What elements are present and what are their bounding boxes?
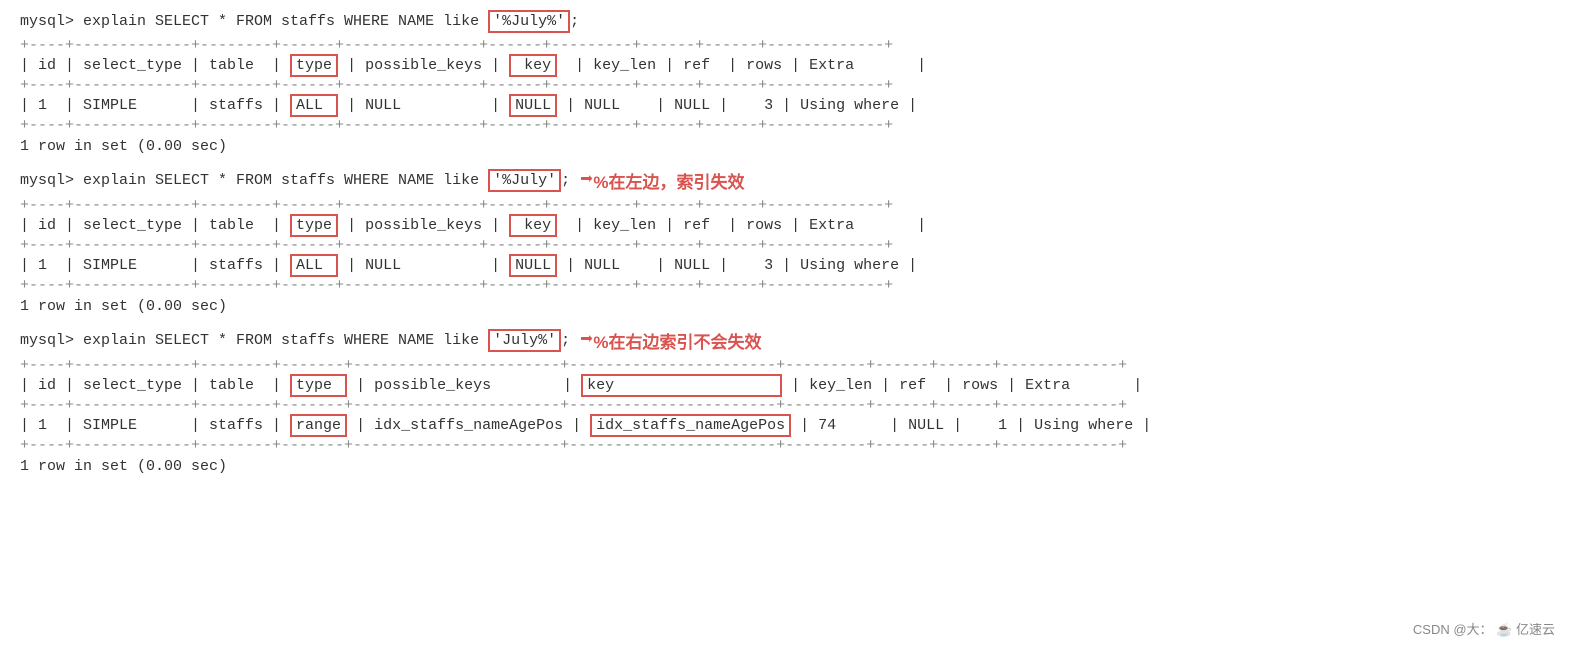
data-keys-1: | NULL |	[338, 97, 509, 114]
sep-top-3: +----+-------------+--------+-------+---…	[20, 357, 1555, 374]
header-type-3: type	[290, 374, 347, 397]
data-row-1: | 1 | SIMPLE | staffs | ALL | NULL | NUL…	[20, 94, 1555, 117]
section1: mysql> explain SELECT * FROM staffs WHER…	[20, 10, 1555, 155]
data-rest-2: | NULL | NULL | 3 | Using where |	[557, 257, 917, 274]
header-key-3: key	[581, 374, 782, 397]
row-count-3: 1 row in set (0.00 sec)	[20, 458, 1555, 475]
header-type-2: type	[290, 214, 338, 237]
data-key-3: idx_staffs_nameAgePos	[590, 414, 791, 437]
row-count-2: 1 row in set (0.00 sec)	[20, 298, 1555, 315]
data-id-1: | 1 | SIMPLE | staffs |	[20, 97, 290, 114]
footer-text: CSDN @大：	[1413, 622, 1493, 637]
section3: mysql> explain SELECT * FROM staffs WHER…	[20, 327, 1555, 475]
header-key-2: key	[509, 214, 557, 237]
sql-value-3: 'July%'	[488, 329, 561, 352]
header-id-1: | id | select_type | table |	[20, 57, 290, 74]
arrow-icon-3: ➡	[580, 327, 593, 353]
sep-bot-2: +----+-------------+--------+------+----…	[20, 277, 1555, 294]
data-keys-3: | idx_staffs_nameAgePos |	[347, 417, 590, 434]
footer-brand-icon: ☕	[1496, 622, 1512, 637]
sql-suffix-1: ;	[570, 13, 579, 30]
sql-prefix-3: mysql> explain SELECT * FROM staffs WHER…	[20, 332, 488, 349]
annotation-3: %在右边索引不会失效	[593, 328, 761, 353]
header-rest-1: | possible_keys |	[338, 57, 509, 74]
header-row-2: | id | select_type | table | type | poss…	[20, 214, 1555, 237]
data-key-1: NULL	[509, 94, 557, 117]
sql-line-1: mysql> explain SELECT * FROM staffs WHER…	[20, 10, 1555, 33]
sep-mid-1: +----+-------------+--------+------+----…	[20, 77, 1555, 94]
data-type-1: ALL	[290, 94, 338, 117]
sql-prefix-1: mysql> explain SELECT * FROM staffs WHER…	[20, 13, 488, 30]
table-output-2: +----+-------------+--------+------+----…	[20, 197, 1555, 294]
sep-top-2: +----+-------------+--------+------+----…	[20, 197, 1555, 214]
annotation-2: %在左边，索引失效	[593, 168, 744, 193]
footer: CSDN @大： ☕ 亿速云	[1413, 619, 1555, 638]
sep-mid-3: +----+-------------+--------+-------+---…	[20, 397, 1555, 414]
arrow-icon-2: ➡	[580, 167, 593, 193]
sql-suffix-3: ;	[561, 332, 570, 349]
sep-bot-3: +----+-------------+--------+-------+---…	[20, 437, 1555, 454]
data-rest-1: | NULL | NULL | 3 | Using where |	[557, 97, 917, 114]
sql-line-2: mysql> explain SELECT * FROM staffs WHER…	[20, 167, 1555, 193]
header-row-1: | id | select_type | table | type | poss…	[20, 54, 1555, 77]
header-row-3: | id | select_type | table | type | poss…	[20, 374, 1555, 397]
sep-mid-2: +----+-------------+--------+------+----…	[20, 237, 1555, 254]
header-keys-3: | possible_keys |	[347, 377, 581, 394]
header-rest3: | key_len | ref | rows | Extra |	[782, 377, 1142, 394]
header-id-3: | id | select_type | table |	[20, 377, 290, 394]
data-id-2: | 1 | SIMPLE | staffs |	[20, 257, 290, 274]
data-type-2: ALL	[290, 254, 338, 277]
footer-brand: 亿速云	[1516, 622, 1555, 637]
header-rest2-2: | key_len | ref | rows | Extra |	[557, 217, 926, 234]
data-keys-2: | NULL |	[338, 257, 509, 274]
header-key-1: key	[509, 54, 557, 77]
data-id-3: | 1 | SIMPLE | staffs |	[20, 417, 290, 434]
data-key-2: NULL	[509, 254, 557, 277]
header-type-1: type	[290, 54, 338, 77]
header-id-2: | id | select_type | table |	[20, 217, 290, 234]
sql-prefix-2: mysql> explain SELECT * FROM staffs WHER…	[20, 172, 488, 189]
data-row-2: | 1 | SIMPLE | staffs | ALL | NULL | NUL…	[20, 254, 1555, 277]
sql-value-1: '%July%'	[488, 10, 570, 33]
sep-bot-1: +----+-------------+--------+------+----…	[20, 117, 1555, 134]
header-rest-2: | possible_keys |	[338, 217, 509, 234]
sql-value-2: '%July'	[488, 169, 561, 192]
sql-suffix-2: ;	[561, 172, 570, 189]
data-rest-3: | 74 | NULL | 1 | Using where |	[791, 417, 1151, 434]
sql-line-3: mysql> explain SELECT * FROM staffs WHER…	[20, 327, 1555, 353]
data-type-3: range	[290, 414, 347, 437]
table-output-3: +----+-------------+--------+-------+---…	[20, 357, 1555, 454]
sep-top-1: +----+-------------+--------+------+----…	[20, 37, 1555, 54]
header-rest2-1: | key_len | ref | rows | Extra |	[557, 57, 926, 74]
row-count-1: 1 row in set (0.00 sec)	[20, 138, 1555, 155]
section2: mysql> explain SELECT * FROM staffs WHER…	[20, 167, 1555, 315]
data-row-3: | 1 | SIMPLE | staffs | range | idx_staf…	[20, 414, 1555, 437]
table-output-1: +----+-------------+--------+------+----…	[20, 37, 1555, 134]
